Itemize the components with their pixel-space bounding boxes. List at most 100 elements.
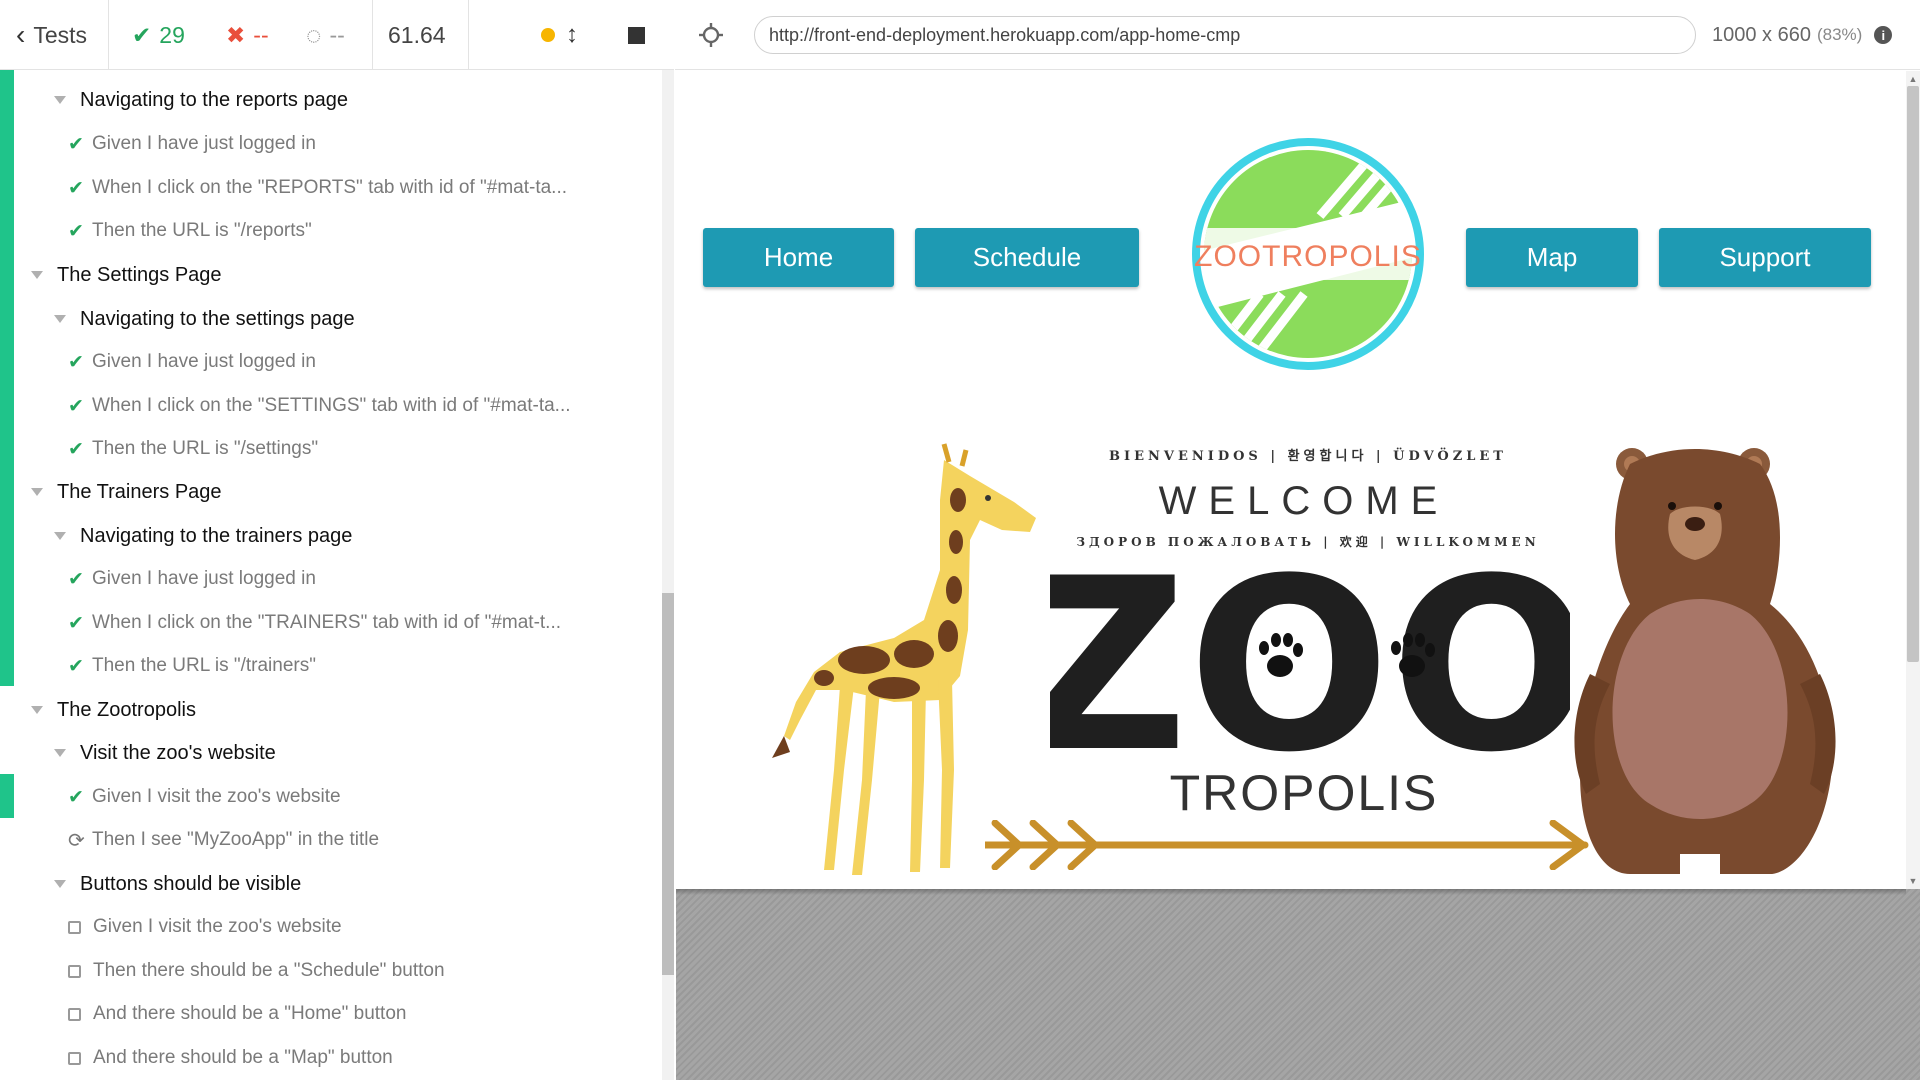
stop-button[interactable] <box>628 0 645 70</box>
duration: 61.64 <box>388 21 446 48</box>
url-bar[interactable]: http://front-end-deployment.herokuapp.co… <box>754 16 1696 54</box>
test-row[interactable]: And there should be a "Map" button <box>66 1036 393 1080</box>
hero-welcome: WELCOME <box>1159 479 1450 523</box>
hero-banner: BIENVENIDOS | 환영합니다 | ÜDVÖZLET WELCOME З… <box>1050 447 1570 820</box>
passed-status-bar <box>0 774 14 818</box>
test-title: Given I have just logged in <box>92 568 316 589</box>
check-icon: ✔ <box>68 351 84 373</box>
test-title: Given I visit the zoo's website <box>92 786 341 807</box>
tests-nav-link[interactable]: ‹ Tests <box>16 0 87 70</box>
viewport-size: 1000 x 660 <box>1712 23 1811 46</box>
running-indicator <box>541 0 555 70</box>
aut-scrollbar-thumb[interactable] <box>1907 86 1919 662</box>
caret-down-icon <box>54 532 66 540</box>
suite-row[interactable]: Visit the zoo's website <box>54 731 276 775</box>
test-row[interactable]: ✔ Then the URL is "/settings" <box>68 427 318 471</box>
pending-count: ◌ -- <box>306 0 345 70</box>
crosshairs-icon <box>699 23 723 47</box>
test-row[interactable]: Given I visit the zoo's website <box>66 905 342 949</box>
support-button[interactable]: Support <box>1659 228 1871 287</box>
suite-title: Navigating to the trainers page <box>80 524 353 547</box>
square-icon <box>68 964 81 978</box>
caret-down-icon <box>54 749 66 757</box>
test-title: Then the URL is "/reports" <box>92 220 312 241</box>
schedule-button[interactable]: Schedule <box>915 228 1139 287</box>
test-title: Given I have just logged in <box>92 133 316 154</box>
test-row[interactable]: ✔ Then the URL is "/reports" <box>68 209 312 253</box>
refresh-icon: ⟳ <box>68 829 85 852</box>
stop-icon <box>628 26 645 44</box>
test-title: Then the URL is "/trainers" <box>92 655 316 676</box>
pending-count-value: -- <box>329 21 345 48</box>
suite-row[interactable]: The Trainers Page <box>31 470 222 514</box>
divider <box>468 0 469 70</box>
bear-illustration <box>1574 448 1836 874</box>
test-row[interactable]: ✔ Given I visit the zoo's website <box>68 775 341 819</box>
suite-row[interactable]: The Zootropolis <box>31 688 196 732</box>
test-row[interactable]: ✔ Given I have just logged in <box>68 122 316 166</box>
square-icon <box>68 1051 81 1065</box>
status-dot-icon <box>541 28 555 42</box>
failed-count-value: -- <box>253 21 269 48</box>
test-title: Then there should be a "Schedule" button <box>93 960 445 981</box>
check-icon: ✔ <box>132 21 152 48</box>
suite-title: The Settings Page <box>57 263 222 286</box>
test-row[interactable]: ✔ Given I have just logged in <box>68 340 316 384</box>
check-icon: ✔ <box>68 220 84 242</box>
suite-row[interactable]: Navigating to the trainers page <box>54 514 352 558</box>
suite-title: Navigating to the settings page <box>80 307 355 330</box>
suite-title: The Trainers Page <box>57 480 222 503</box>
url-text: http://front-end-deployment.herokuapp.co… <box>769 24 1241 45</box>
test-row[interactable]: ✔ When I click on the "REPORTS" tab with… <box>68 166 567 210</box>
arrow-illustration <box>985 820 1589 870</box>
test-row[interactable]: ✔ When I click on the "TRAINERS" tab wit… <box>68 601 561 645</box>
square-icon <box>68 920 81 934</box>
caret-down-icon <box>31 488 43 496</box>
test-row[interactable]: ✔ Given I have just logged in <box>68 557 316 601</box>
reporter-header: ‹ Tests ✔ 29 ✖ -- ◌ -- 61.64 ↕ <box>0 0 674 70</box>
suite-title: Visit the zoo's website <box>80 741 276 764</box>
zootropolis-logo[interactable]: ZOOTROPOLIS <box>1190 136 1426 372</box>
passed-count: ✔ 29 <box>132 0 185 70</box>
map-button[interactable]: Map <box>1466 228 1638 287</box>
square-icon <box>68 1007 81 1021</box>
tests-label: Tests <box>33 21 88 48</box>
reporter-scrollbar-thumb[interactable] <box>662 593 674 975</box>
logo-text: ZOOTROPOLIS <box>1194 240 1422 273</box>
suite-row[interactable]: Navigating to the reports page <box>54 78 348 122</box>
check-icon: ✔ <box>68 568 84 590</box>
test-row[interactable]: ✔ When I click on the "SETTINGS" tab wit… <box>68 384 571 428</box>
test-row[interactable]: ✔ Then the URL is "/trainers" <box>68 644 316 688</box>
hero-top-line: BIENVENIDOS | 환영합니다 | ÜDVÖZLET <box>1109 447 1507 464</box>
test-title: Then I see "MyZooApp" in the title <box>92 829 380 850</box>
hero-tropolis: TROPOLIS <box>1170 765 1439 820</box>
test-row[interactable]: And there should be a "Home" button <box>66 992 406 1036</box>
x-icon: ✖ <box>226 21 246 48</box>
suite-row[interactable]: Buttons should be visible <box>54 862 301 906</box>
check-icon: ✔ <box>68 612 84 634</box>
home-button[interactable]: Home <box>703 228 894 287</box>
chevron-left-icon: ‹ <box>16 19 26 50</box>
check-icon: ✔ <box>68 177 84 199</box>
viewport-scale: (83%) <box>1816 25 1863 44</box>
giraffe-illustration <box>772 443 1036 875</box>
test-row[interactable]: ⟳ Then I see "MyZooApp" in the title <box>68 818 379 862</box>
check-icon: ✔ <box>68 133 84 155</box>
test-title: And there should be a "Map" button <box>93 1047 393 1068</box>
selector-playground-button[interactable] <box>693 17 729 53</box>
scroll-up-arrow-icon[interactable]: ▲ <box>1907 73 1919 85</box>
auto-scroll-toggle[interactable]: ↕ <box>566 0 578 70</box>
failed-count: ✖ -- <box>226 0 269 70</box>
check-icon: ✔ <box>68 438 84 460</box>
page-shadow <box>676 889 1906 895</box>
caret-down-icon <box>31 271 43 279</box>
check-icon: ✔ <box>68 395 84 417</box>
suite-title: Navigating to the reports page <box>80 88 348 111</box>
test-row[interactable]: Then there should be a "Schedule" button <box>66 949 445 993</box>
suite-row[interactable]: Navigating to the settings page <box>54 297 355 341</box>
info-icon[interactable]: i <box>1874 26 1893 44</box>
scroll-down-arrow-icon[interactable]: ▼ <box>1907 875 1919 887</box>
test-title: Then the URL is "/settings" <box>92 438 319 459</box>
suite-row[interactable]: The Settings Page <box>31 253 222 297</box>
runnables-list: Navigating to the reports page ✔ Given I… <box>0 70 662 1080</box>
